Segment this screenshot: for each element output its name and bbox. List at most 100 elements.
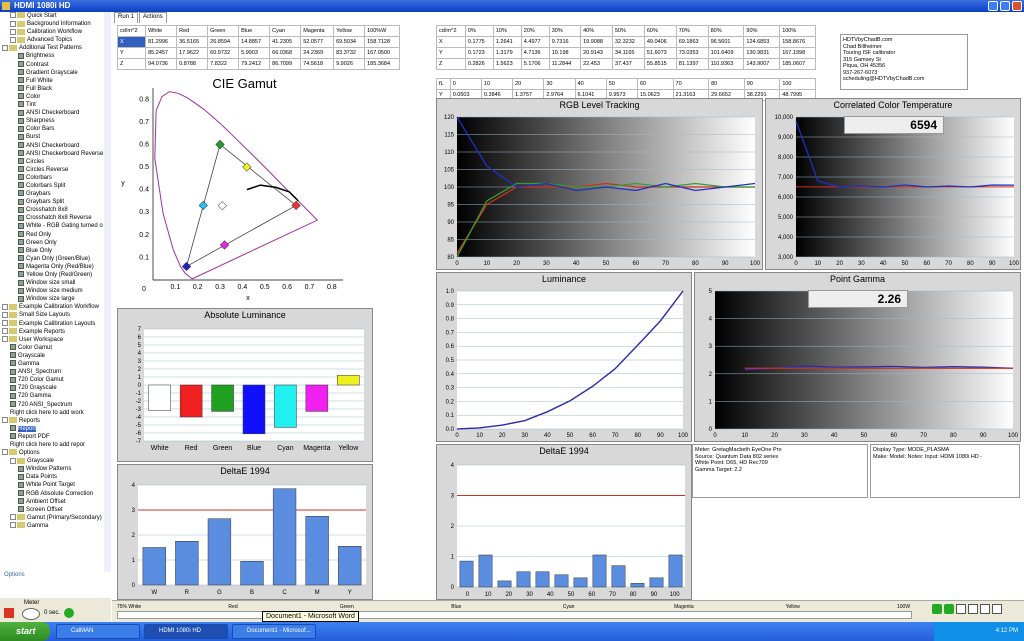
tree-item[interactable]: Graybars	[0, 190, 110, 198]
tree-item[interactable]: Blue Only	[0, 247, 110, 255]
tree-item[interactable]: Background Information	[0, 20, 110, 28]
task-calman[interactable]: CalMAN	[56, 624, 140, 639]
tree-item[interactable]: Green Only	[0, 239, 110, 247]
tree-item[interactable]: Colorbars Split	[0, 182, 110, 190]
tab-run-1[interactable]: Run 1	[114, 12, 139, 23]
tree-item[interactable]: Contrast	[0, 60, 110, 69]
tree-item[interactable]: Quick Start	[0, 12, 110, 20]
expand-icon[interactable]	[10, 514, 16, 521]
tree-item[interactable]: Window size small	[0, 279, 110, 287]
tree-item[interactable]: Report	[0, 425, 110, 433]
tree-item[interactable]: Brightness	[0, 52, 110, 60]
tree-item[interactable]: 720 Grayscale	[0, 384, 110, 392]
expand-icon[interactable]	[2, 336, 8, 343]
tree-item[interactable]: White Point Target	[0, 481, 110, 489]
playback-controls[interactable]	[932, 604, 1022, 620]
tree-item[interactable]: User Workspace	[0, 336, 110, 344]
workflow-tree[interactable]: Quick Start Background Information Calibra…	[0, 12, 111, 572]
tree-item[interactable]: Burst	[0, 133, 110, 141]
tree-item[interactable]: Gradient Grayscale	[0, 69, 110, 77]
expand-icon[interactable]	[10, 12, 16, 19]
tree-item[interactable]: Ambient Offset	[0, 498, 110, 506]
expand-icon[interactable]	[2, 44, 8, 51]
tree-item[interactable]: Gamma	[0, 522, 110, 530]
expand-icon[interactable]	[10, 36, 16, 43]
tree-item[interactable]: Full Black	[0, 85, 110, 93]
tree-item[interactable]: 720 Gamma	[0, 392, 110, 400]
options-link[interactable]: Options	[0, 572, 111, 598]
tree-item[interactable]: ANSI_Spectrum	[0, 368, 110, 376]
tree-item[interactable]: Colorbars	[0, 174, 110, 182]
tree-item[interactable]: Example Calibration Workflow	[0, 303, 110, 311]
stop-icon[interactable]	[4, 608, 14, 618]
tree-item[interactable]: Advanced Topics	[0, 36, 110, 44]
tree-item[interactable]: Red Only	[0, 230, 110, 239]
tree-item[interactable]: Circles	[0, 158, 110, 166]
tree-item[interactable]: 720 Color Gamut	[0, 376, 110, 384]
tree-item[interactable]: Calibration Workflow	[0, 28, 110, 36]
tree-scrollbar[interactable]	[104, 12, 111, 572]
expand-icon[interactable]	[2, 319, 8, 326]
tree-item[interactable]: Tint	[0, 101, 110, 109]
task-hdmi[interactable]: HDMI 1080i HD	[144, 624, 228, 639]
tree-item[interactable]: ANSI Checkerboard	[0, 141, 110, 150]
tree-item[interactable]: Window size large	[0, 295, 110, 303]
maximize-button[interactable]	[1000, 1, 1010, 11]
tree-item[interactable]: Right click here to add work	[0, 409, 110, 417]
expand-icon[interactable]	[2, 311, 8, 318]
expand-icon[interactable]	[10, 522, 16, 529]
tree-item[interactable]: Circles Reverse	[0, 166, 110, 174]
tree-item[interactable]: Window size medium	[0, 287, 110, 295]
tree-item[interactable]: Crosshatch 8x8	[0, 206, 110, 214]
start-button[interactable]: start	[0, 622, 50, 641]
tree-item[interactable]: Grayscale	[0, 457, 110, 465]
tree-item[interactable]: 720 ANSI_Spectrum	[0, 400, 110, 409]
task-word[interactable]: Document1 - Microsof...	[232, 624, 316, 639]
last-icon[interactable]	[992, 604, 1002, 614]
expand-icon[interactable]	[2, 417, 8, 424]
step-back-icon[interactable]	[956, 604, 966, 614]
tree-item[interactable]: Gamma	[0, 360, 110, 368]
tree-item[interactable]: Sharpness	[0, 117, 110, 125]
tree-item[interactable]: Yellow Only (Red/Green)	[0, 271, 110, 279]
tree-item[interactable]: Full White	[0, 77, 110, 85]
tree-item[interactable]: Example Calibration Layouts	[0, 319, 110, 328]
tree-item[interactable]: Crosshatch 8x8 Reverse	[0, 214, 110, 222]
tree-item[interactable]: Reports	[0, 417, 110, 425]
expand-icon[interactable]	[2, 449, 8, 456]
tree-item[interactable]: ANSI Checkerboard	[0, 109, 110, 117]
tree-item[interactable]: Screen Offset	[0, 506, 110, 514]
tree-item[interactable]: White - RGB Gating turned o	[0, 222, 110, 230]
tree-item[interactable]: Window Patterns	[0, 465, 110, 473]
tree-item[interactable]: Data Points	[0, 473, 110, 481]
tree-item[interactable]: RGB Absolute Correction	[0, 489, 110, 498]
play-icon[interactable]	[932, 604, 942, 614]
tab-actions[interactable]: Actions	[139, 12, 167, 23]
tree-item[interactable]: Color Gamut	[0, 344, 110, 352]
tree-item[interactable]: Grayscale	[0, 352, 110, 360]
refresh-icon[interactable]	[944, 604, 954, 614]
tree-item[interactable]: Color Bars	[0, 125, 110, 133]
tree-item[interactable]: Example Reports	[0, 328, 110, 336]
minimize-button[interactable]	[988, 1, 998, 11]
expand-icon[interactable]	[10, 457, 16, 464]
tree-item[interactable]: Right click here to add repor	[0, 441, 110, 449]
tree-item[interactable]: Gamut (Primary/Secondary)	[0, 514, 110, 522]
tree-item[interactable]: Report PDF	[0, 433, 110, 441]
tree-item[interactable]: ANSI Checkerboard Reverse	[0, 150, 110, 158]
expand-icon[interactable]	[2, 328, 8, 335]
close-button[interactable]	[1012, 1, 1022, 11]
tree-item[interactable]: Magenta Only (Red/Blue)	[0, 263, 110, 271]
expand-icon[interactable]	[10, 28, 16, 35]
first-icon[interactable]	[980, 604, 990, 614]
tree-item[interactable]: Options	[0, 449, 110, 457]
expand-icon[interactable]	[2, 303, 8, 310]
tree-item[interactable]: Additional Test Patterns	[0, 44, 110, 52]
pattern-slider[interactable]	[117, 611, 912, 619]
step-forward-icon[interactable]	[968, 604, 978, 614]
tree-item[interactable]: Cyan Only (Green/Blue)	[0, 255, 110, 263]
tree-item[interactable]: Small Size Layouts	[0, 311, 110, 319]
expand-icon[interactable]	[10, 20, 16, 27]
tree-item[interactable]: Graybars Split	[0, 198, 110, 206]
tree-item[interactable]: Color	[0, 93, 110, 101]
